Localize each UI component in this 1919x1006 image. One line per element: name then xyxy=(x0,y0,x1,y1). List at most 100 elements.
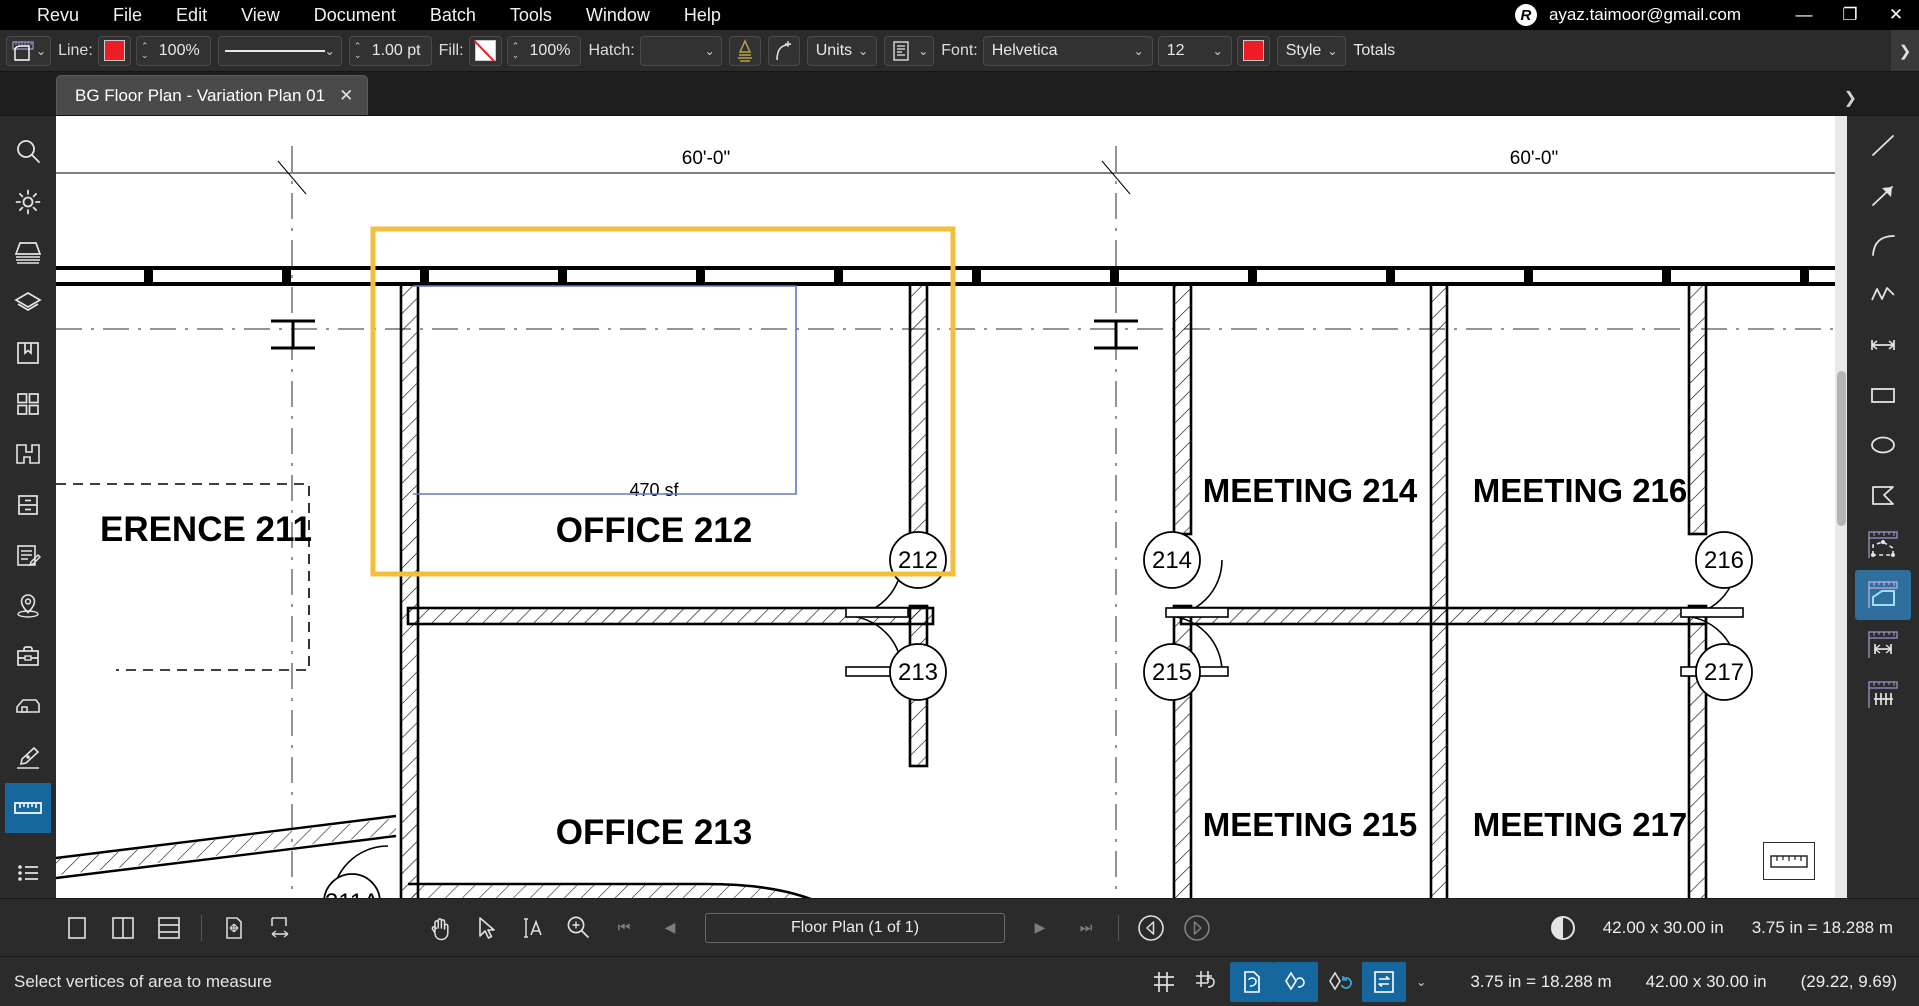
sidebar-item-model[interactable] xyxy=(5,682,51,733)
tool-polygon[interactable] xyxy=(1855,470,1911,520)
sidebar-item-file-access[interactable] xyxy=(5,480,51,531)
select-tool-button[interactable] xyxy=(465,907,507,949)
next-page-button[interactable]: ▶ xyxy=(1019,907,1061,949)
hatch-dropdown[interactable]: ⌄ xyxy=(639,35,722,66)
tool-polyline[interactable] xyxy=(1855,270,1911,320)
menu-batch[interactable]: Batch xyxy=(413,0,493,30)
font-family-dropdown[interactable]: Helvetica ⌄ xyxy=(982,35,1153,66)
tool-line[interactable] xyxy=(1855,120,1911,170)
menu-help[interactable]: Help xyxy=(667,0,738,30)
status-bar-right: ⌄ 3.75 in = 18.288 m 42.00 x 30.00 in (2… xyxy=(1142,961,1897,1002)
sidebar-item-location[interactable] xyxy=(5,581,51,632)
line-width-field[interactable]: ⌃ ⌄ 1.00 pt xyxy=(348,35,432,66)
menu-file[interactable]: File xyxy=(96,0,159,30)
fit-page-button[interactable] xyxy=(213,907,255,949)
scale-indicator-badge[interactable] xyxy=(1763,842,1815,880)
single-page-view-button[interactable] xyxy=(56,907,98,949)
pdf-canvas[interactable]: 60'-0" 60'-0" 212 213 214 215 216 217 47… xyxy=(56,116,1847,898)
menu-tools[interactable]: Tools xyxy=(493,0,569,30)
svg-text:60'-0": 60'-0" xyxy=(682,148,730,169)
curve-tool-button[interactable] xyxy=(767,35,800,66)
tool-preset-selector[interactable]: ⌄ xyxy=(6,35,52,66)
fill-color-button[interactable] xyxy=(468,35,502,66)
fit-width-button[interactable] xyxy=(259,907,301,949)
navigate-back-button[interactable] xyxy=(1130,907,1172,949)
menu-view[interactable]: View xyxy=(224,0,297,30)
menu-revu[interactable]: Revu xyxy=(20,0,96,30)
snap-to-markup-button[interactable] xyxy=(1274,961,1319,1002)
hatch-pattern-button[interactable] xyxy=(728,35,761,66)
sidebar-item-toolbox[interactable] xyxy=(5,631,51,682)
line-opacity-stepper[interactable]: ⌃ ⌄ xyxy=(137,41,153,60)
zoom-tool-button[interactable] xyxy=(557,907,599,949)
minimize-button[interactable]: — xyxy=(1781,0,1827,30)
tool-rectangle[interactable] xyxy=(1855,370,1911,420)
snap-options-chevron-icon[interactable]: ⌄ xyxy=(1406,975,1436,989)
account-email[interactable]: ayaz.taimoor@gmail.com xyxy=(1549,5,1741,25)
tab-overflow-chevron-icon[interactable]: ❯ xyxy=(1844,88,1857,108)
tool-measure-length[interactable] xyxy=(1855,620,1911,670)
grid-snap-markup-button[interactable] xyxy=(1186,962,1230,1002)
curve-vertex-icon xyxy=(775,40,791,60)
sidebar-item-settings[interactable] xyxy=(5,177,51,228)
last-page-button[interactable]: ⏭ xyxy=(1065,907,1107,949)
snap-rotate-button[interactable] xyxy=(1318,962,1362,1002)
tool-measure-count[interactable] xyxy=(1855,670,1911,720)
line-color-button[interactable] xyxy=(97,35,131,66)
sidebar-item-layers[interactable] xyxy=(5,278,51,329)
restore-button[interactable]: ❐ xyxy=(1827,0,1873,30)
close-button[interactable]: ✕ xyxy=(1873,0,1919,30)
units-dropdown[interactable]: Units ⌄ xyxy=(806,35,878,66)
menu-edit[interactable]: Edit xyxy=(159,0,224,30)
page-label-field[interactable]: Floor Plan (1 of 1) xyxy=(705,912,1005,943)
layers-icon xyxy=(14,291,42,311)
toolbar-divider xyxy=(201,914,202,941)
menu-document[interactable]: Document xyxy=(297,0,413,30)
contrast-toggle-icon[interactable] xyxy=(1550,915,1575,940)
tool-arrow[interactable] xyxy=(1855,170,1911,220)
navigate-forward-button[interactable] xyxy=(1176,907,1218,949)
text-align-dropdown[interactable]: ⌄ xyxy=(884,35,935,66)
sidebar-item-thumbnails[interactable] xyxy=(5,227,51,278)
first-page-button[interactable]: ⏮ xyxy=(603,907,645,949)
vertical-scrollbar-thumb[interactable] xyxy=(1837,371,1846,526)
sidebar-item-measurements[interactable] xyxy=(5,782,51,834)
pan-tool-button[interactable] xyxy=(419,907,461,949)
pan-hand-icon xyxy=(431,917,449,940)
sync-views-button[interactable] xyxy=(1362,961,1407,1002)
continuous-view-button[interactable] xyxy=(148,907,190,949)
style-dropdown[interactable]: Style ⌄ xyxy=(1276,35,1347,66)
sidebar-item-spaces[interactable] xyxy=(5,429,51,480)
svg-text:216: 216 xyxy=(1704,547,1744,574)
sidebar-item-tool-chest[interactable] xyxy=(5,379,51,430)
tool-measure-perimeter[interactable] xyxy=(1855,520,1911,570)
sidebar-item-signature[interactable] xyxy=(5,732,51,783)
two-page-view-button[interactable] xyxy=(102,907,144,949)
vertical-scrollbar[interactable] xyxy=(1835,116,1847,898)
sidebar-item-bookmarks[interactable] xyxy=(5,328,51,379)
snap-to-content-button[interactable] xyxy=(1230,961,1275,1002)
previous-page-button[interactable]: ◀ xyxy=(649,907,691,949)
hatch-label: Hatch: xyxy=(588,41,635,59)
toolbar-overflow-button[interactable]: ❯ xyxy=(1891,30,1919,71)
line-opacity-field[interactable]: ⌃ ⌄ 100% xyxy=(135,35,211,66)
tool-ellipse[interactable] xyxy=(1855,420,1911,470)
font-color-button[interactable] xyxy=(1236,35,1270,66)
close-icon[interactable]: ✕ xyxy=(339,86,353,106)
fill-opacity-stepper[interactable]: ⌃ ⌄ xyxy=(508,41,524,60)
line-width-stepper[interactable]: ⌃ ⌄ xyxy=(350,41,366,60)
menu-window[interactable]: Window xyxy=(569,0,667,30)
line-style-dropdown[interactable]: ⌄ xyxy=(217,35,342,66)
grid-snap-button[interactable] xyxy=(1142,962,1186,1002)
tool-dimension[interactable] xyxy=(1855,320,1911,370)
sidebar-item-menu[interactable] xyxy=(5,847,51,898)
text-select-button[interactable] xyxy=(511,907,553,949)
fill-opacity-field[interactable]: ⌃ ⌄ 100% xyxy=(506,35,582,66)
tool-measure-area[interactable] xyxy=(1855,570,1911,620)
totals-label[interactable]: Totals xyxy=(1353,42,1397,60)
document-tab[interactable]: BG Floor Plan - Variation Plan 01 ✕ xyxy=(56,75,369,115)
sidebar-item-search[interactable] xyxy=(5,126,51,177)
tool-arc[interactable] xyxy=(1855,220,1911,270)
font-size-dropdown[interactable]: 12 ⌄ xyxy=(1157,35,1232,66)
sidebar-item-markups-list[interactable] xyxy=(5,530,51,581)
